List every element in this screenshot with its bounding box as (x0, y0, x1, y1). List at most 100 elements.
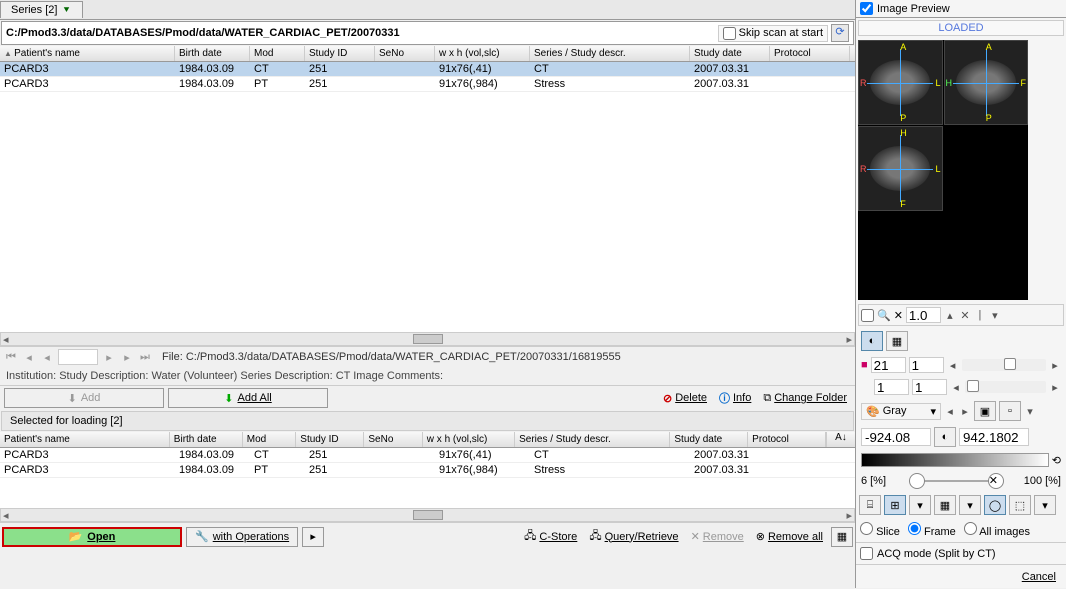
col-wxh[interactable]: w x h (vol,slc) (435, 46, 530, 61)
nav-next2-icon[interactable]: ▸ (120, 351, 134, 364)
zoom-reset-icon[interactable]: ✕ (894, 309, 903, 322)
table-row[interactable]: PCARD3 1984.03.09 CT 251 91x76(,41) CT 2… (0, 448, 855, 463)
preview-viewport[interactable]: AP RL AP HF HF RL (858, 40, 1028, 300)
contrast-tab[interactable]: ◐ (861, 331, 883, 351)
cm-menu-icon[interactable]: ▾ (1024, 405, 1036, 418)
colormap-row: 🎨 Gray ▾ ◂ ▸ ▣ ▫ ▾ (857, 399, 1065, 423)
colormap-select[interactable]: 🎨 Gray ▾ (861, 403, 941, 420)
add-all-button[interactable]: ⬇ Add All (168, 388, 328, 408)
radio-frame[interactable]: Frame (908, 522, 956, 538)
slice-axial[interactable]: AP RL (858, 40, 943, 125)
auto-level-button[interactable]: ◐ (934, 427, 956, 447)
open-button[interactable]: 📂 Open (2, 527, 182, 547)
tool-dropdown-3[interactable]: ▾ (1034, 495, 1056, 515)
skip-scan-check[interactable] (723, 27, 736, 40)
slice-coronal[interactable]: AP HF (944, 40, 1029, 125)
play-button[interactable]: ▸ (302, 527, 324, 547)
nav-first-icon[interactable]: ⏮ (4, 351, 18, 364)
info-button[interactable]: ⓘ Info (715, 388, 755, 408)
range1-b-input[interactable] (909, 357, 944, 373)
series-tab-dropdown-icon[interactable]: ⯆ (60, 4, 72, 16)
table-row[interactable]: PCARD3 1984.03.09 CT 251 91x76(,41) CT 2… (0, 62, 855, 77)
percent-range-slider[interactable]: ✕ (889, 473, 1021, 489)
slice-slider[interactable] (962, 359, 1046, 371)
cm-next-icon[interactable]: ▸ (959, 405, 971, 418)
range-left-icon[interactable]: ◂ (947, 359, 959, 372)
table-row[interactable]: PCARD3 1984.03.09 PT 251 91x76(,984) Str… (0, 463, 855, 478)
gradient-bar[interactable] (861, 453, 1049, 467)
remove-all-button[interactable]: ⊗ Remove all (752, 528, 827, 545)
frame-slider[interactable] (965, 381, 1046, 393)
file-path-label: File: C:/Pmod3.3/data/DATABASES/Pmod/dat… (156, 351, 851, 363)
acq-mode-checkbox[interactable] (860, 547, 873, 560)
col-studyid[interactable]: Study ID (305, 46, 375, 61)
h-scrollbar-bottom[interactable]: ◂▸ (0, 508, 855, 522)
range2-b-input[interactable] (912, 379, 947, 395)
tool-dropdown-2[interactable]: ▾ (959, 495, 981, 515)
preview-checkbox[interactable] (860, 2, 873, 15)
col-proto[interactable]: Protocol (770, 46, 850, 61)
refresh-button[interactable]: ⟳ (831, 24, 849, 42)
range2-a-input[interactable] (874, 379, 909, 395)
cm-a-button[interactable]: ▣ (974, 401, 996, 421)
skip-scan-label: Skip scan at start (739, 27, 823, 39)
radio-all[interactable]: All images (964, 522, 1030, 538)
table-row[interactable]: PCARD3 1984.03.09 PT 251 91x76(,984) Str… (0, 77, 855, 92)
frame-left-icon[interactable]: ◂ (950, 381, 962, 394)
layout-tab[interactable]: ▦ (886, 331, 908, 351)
zoom-icon[interactable]: 🔍 (877, 309, 891, 322)
tool-dropdown-1[interactable]: ▾ (909, 495, 931, 515)
cancel-button[interactable]: Cancel (1022, 571, 1056, 583)
add-button[interactable]: ⬇ Add (4, 388, 164, 408)
play-icon: ▸ (310, 530, 316, 543)
frame-right-icon[interactable]: ▸ (1049, 381, 1061, 394)
chevron-down-icon[interactable]: ▾ (989, 309, 1001, 322)
col-mod[interactable]: Mod (250, 46, 305, 61)
col-date[interactable]: Study date (690, 46, 770, 61)
range1-a-input[interactable] (871, 357, 906, 373)
open-folder-icon: 📂 (69, 530, 83, 543)
series-table-body[interactable]: PCARD3 1984.03.09 CT 251 91x76(,41) CT 2… (0, 62, 855, 332)
range-right-icon[interactable]: ▸ (1049, 359, 1061, 372)
tool-5[interactable]: ⬚ (1009, 495, 1031, 515)
nav-last-icon[interactable]: ⏭ (138, 351, 152, 364)
col-birth[interactable]: Birth date (175, 46, 250, 61)
series-tab[interactable]: Series [2] ⯆ (0, 1, 83, 18)
with-operations-button[interactable]: 🔧 with Operations (186, 527, 298, 547)
cstore-button[interactable]: 🖧 C-Store (520, 525, 581, 548)
zoom-up-icon[interactable]: ▴ (944, 309, 956, 322)
tool-1[interactable]: ⌸ (859, 495, 881, 515)
slice-sagittal[interactable]: HF RL (858, 126, 943, 211)
tool-3[interactable]: ▦ (934, 495, 956, 515)
h-scrollbar-top[interactable]: ◂▸ (0, 332, 855, 346)
remove-button[interactable]: ✕ Remove (687, 528, 748, 545)
nav-index-input[interactable] (58, 349, 98, 365)
chevron-down-icon: ▾ (930, 405, 936, 418)
cm-b-button[interactable]: ▫ (999, 401, 1021, 421)
col-name[interactable]: Patient's name (0, 46, 175, 61)
zoom-lock-check[interactable] (861, 309, 874, 322)
nav-prev-icon[interactable]: ◂ (40, 351, 54, 364)
acq-mode-row: ACQ mode (Split by CT) (856, 542, 1066, 564)
nav-next-icon[interactable]: ▸ (102, 351, 116, 364)
tool-2[interactable]: ⊞ (884, 495, 906, 515)
skip-scan-checkbox[interactable]: Skip scan at start (718, 25, 828, 42)
nav-prev2-icon[interactable]: ◂ (22, 351, 36, 364)
col-series[interactable]: Series / Study descr. (530, 46, 690, 61)
change-folder-button[interactable]: ⧉ Change Folder (759, 390, 851, 407)
max-value-input[interactable] (959, 428, 1029, 446)
selected-table-body[interactable]: PCARD3 1984.03.09 CT 251 91x76(,41) CT 2… (0, 448, 855, 508)
delete-button[interactable]: ⊘ Delete (659, 390, 711, 407)
grid-toggle-button[interactable]: ▦ (831, 527, 853, 547)
col-seno[interactable]: SeNo (375, 46, 435, 61)
tool-4[interactable]: ◯ (984, 495, 1006, 515)
zoom-input[interactable] (906, 307, 941, 323)
sort-az-button[interactable]: A↓ (826, 432, 855, 447)
frame-range-row: ◂ ▸ (857, 377, 1065, 397)
radio-slice[interactable]: Slice (860, 522, 900, 538)
zoom-clear-icon[interactable]: ✕ (959, 309, 971, 322)
query-retrieve-button[interactable]: 🖧 Query/Retrieve (585, 525, 682, 548)
cm-prev-icon[interactable]: ◂ (944, 405, 956, 418)
gradient-reset-icon[interactable]: ⟲ (1052, 454, 1061, 467)
min-value-input[interactable] (861, 428, 931, 446)
